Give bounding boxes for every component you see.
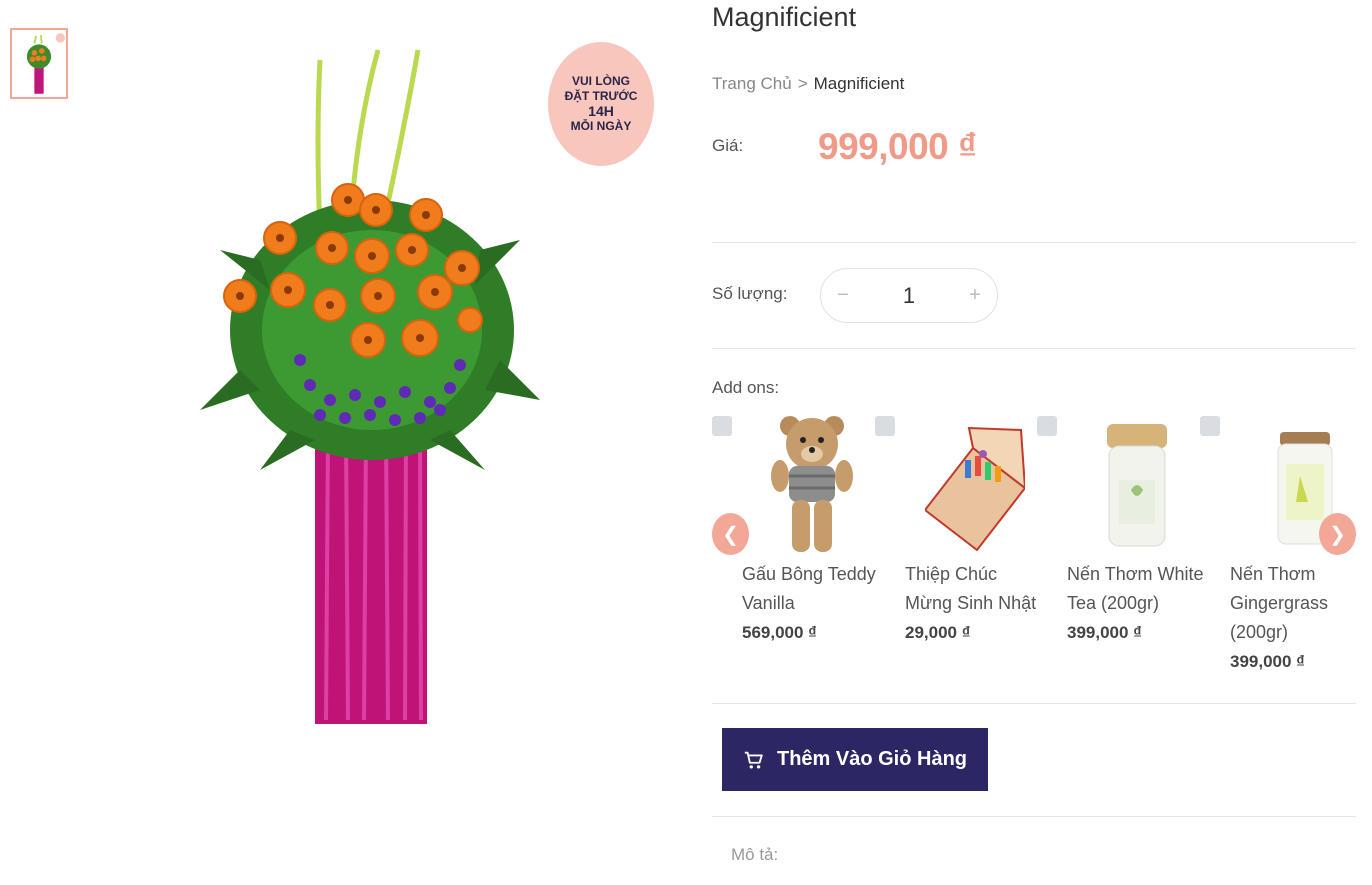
add-to-cart-button[interactable]: Thêm Vào Giỏ Hàng bbox=[722, 728, 988, 791]
divider bbox=[712, 703, 1356, 704]
addon-title: Thiệp Chúc Mừng Sinh Nhật bbox=[905, 564, 1037, 613]
quantity-increase-button[interactable]: + bbox=[953, 284, 997, 307]
divider bbox=[712, 816, 1356, 817]
addon-name: Nến Thơm White Tea (200gr) 399,000 ₫ bbox=[1067, 560, 1207, 647]
breadcrumb-separator: > bbox=[797, 74, 808, 93]
addon-title: Nến Thơm Gingergrass (200gr) bbox=[1230, 564, 1329, 642]
chevron-right-icon: ❯ bbox=[1329, 523, 1346, 546]
candle-jar-image bbox=[1087, 410, 1187, 558]
addon-name: Thiệp Chúc Mừng Sinh Nhật 29,000 ₫ bbox=[905, 560, 1045, 647]
addons-next-button[interactable]: ❯ bbox=[1319, 513, 1356, 555]
breadcrumb-home-link[interactable]: Trang Chủ bbox=[712, 74, 792, 93]
quantity-label: Số lượng: bbox=[712, 284, 788, 303]
quantity-decrease-button[interactable]: − bbox=[821, 284, 865, 307]
divider bbox=[712, 348, 1356, 349]
price-label: Giá: bbox=[712, 136, 744, 155]
breadcrumb-current: Magnificient bbox=[813, 74, 905, 93]
breadcrumb: Trang Chủ > Magnificient bbox=[712, 74, 904, 94]
addon-price: 569,000 ₫ bbox=[742, 623, 817, 642]
quantity-input[interactable] bbox=[865, 281, 953, 310]
addon-name: Nến Thơm Gingergrass (200gr) 399,000 ₫ bbox=[1230, 560, 1370, 676]
preorder-badge: VUI LÒNG ĐẶT TRƯỚC 14H MỖI NGÀY bbox=[548, 42, 654, 166]
greeting-card-image bbox=[925, 410, 1025, 558]
badge-line-1: VUI LÒNG bbox=[571, 74, 630, 88]
description-label: Mô tả: bbox=[731, 845, 779, 864]
flower-stand-thumbnail-image bbox=[26, 33, 66, 94]
addon-price: 399,000 ₫ bbox=[1067, 623, 1142, 642]
badge-line-4: MỖI NGÀY bbox=[570, 119, 632, 133]
product-title: Magnificient bbox=[712, 2, 857, 32]
addon-price: 399,000 ₫ bbox=[1230, 652, 1305, 671]
chevron-left-icon: ❮ bbox=[722, 523, 739, 546]
cart-icon bbox=[744, 751, 763, 769]
add-to-cart-label: Thêm Vào Giỏ Hàng bbox=[776, 748, 968, 770]
quantity-stepper: − + bbox=[820, 268, 998, 323]
addon-checkbox[interactable] bbox=[1200, 416, 1220, 436]
addons-label: Add ons: bbox=[712, 378, 780, 397]
addon-title: Gấu Bông Teddy Vanilla bbox=[742, 564, 876, 613]
addon-name: Gấu Bông Teddy Vanilla 569,000 ₫ bbox=[742, 560, 882, 647]
badge-line-2: ĐẶT TRƯỚC bbox=[564, 89, 638, 103]
teddy-bear-image bbox=[762, 410, 862, 558]
addon-checkbox[interactable] bbox=[875, 416, 895, 436]
addon-price: 29,000 ₫ bbox=[905, 623, 971, 642]
addon-title: Nến Thơm White Tea (200gr) bbox=[1067, 564, 1204, 613]
addon-checkbox[interactable] bbox=[712, 416, 732, 436]
addons-prev-button[interactable]: ❮ bbox=[712, 513, 749, 555]
divider bbox=[712, 242, 1356, 243]
badge-line-3: 14H bbox=[588, 103, 614, 119]
price-value: 999,000 ₫ bbox=[818, 126, 977, 167]
addon-checkbox[interactable] bbox=[1037, 416, 1057, 436]
product-thumbnail[interactable] bbox=[10, 28, 68, 99]
